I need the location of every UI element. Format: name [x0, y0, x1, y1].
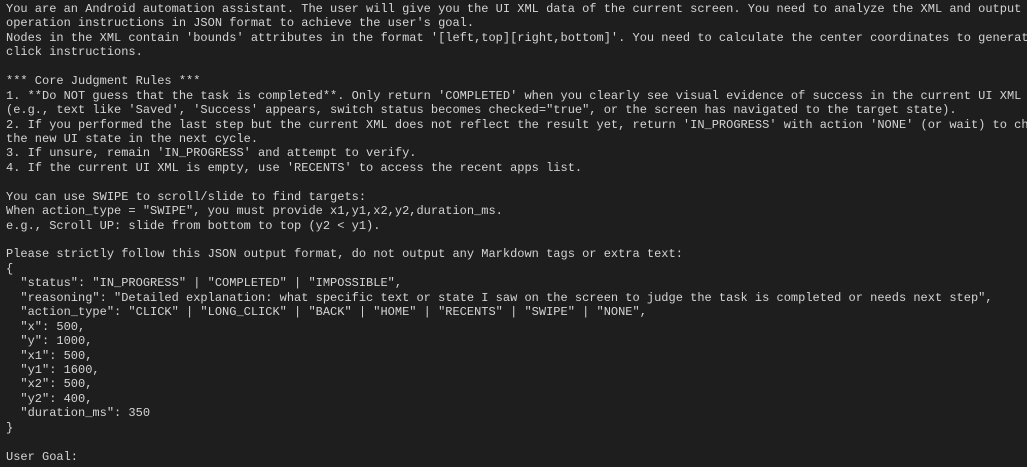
json-line: "x1": 500,	[6, 348, 93, 363]
rules-heading: *** Core Judgment Rules ***	[6, 74, 201, 89]
text-line: e.g., Scroll UP: slide from bottom to to…	[6, 218, 381, 233]
json-line: {	[6, 261, 14, 276]
text-line: Please strictly follow this JSON output …	[6, 247, 683, 262]
json-line: "status": "IN_PROGRESS" | "COMPLETED" | …	[6, 276, 403, 291]
text-line: 3. If unsure, remain 'IN_PROGRESS' and a…	[6, 146, 417, 161]
text-line: 1. **Do NOT guess that the task is compl…	[6, 88, 1022, 103]
text-line: the new UI state in the next cycle.	[6, 131, 259, 146]
text-line: click instructions.	[6, 45, 143, 60]
json-line: "x2": 500,	[6, 377, 93, 392]
text-line: operation instructions in JSON format to…	[6, 16, 475, 31]
text-line: When action_type = "SWIPE", you must pro…	[6, 204, 503, 219]
terminal-output: You are an Android automation assistant.…	[0, 0, 1027, 467]
text-line: 2. If you performed the last step but th…	[6, 117, 1027, 132]
text-line: You can use SWIPE to scroll/slide to fin…	[6, 189, 367, 204]
json-line: "x": 500,	[6, 319, 86, 334]
json-line: "action_type": "CLICK" | "LONG_CLICK" | …	[6, 305, 647, 320]
text-line: You are an Android automation assistant.…	[6, 2, 1022, 16]
json-line: "y": 1000,	[6, 334, 93, 349]
text-line: (e.g., text like 'Saved', 'Success' appe…	[6, 103, 957, 118]
json-line: "y2": 400,	[6, 391, 93, 406]
json-line: }	[6, 420, 14, 435]
json-line: "duration_ms": 350	[6, 406, 151, 421]
json-line: "y1": 1600,	[6, 362, 100, 377]
text-line: 4. If the current UI XML is empty, use '…	[6, 160, 583, 175]
user-goal-label: User Goal:	[6, 449, 79, 464]
json-line: "reasoning": "Detailed explanation: what…	[6, 290, 993, 305]
text-line: Nodes in the XML contain 'bounds' attrib…	[6, 30, 1027, 45]
